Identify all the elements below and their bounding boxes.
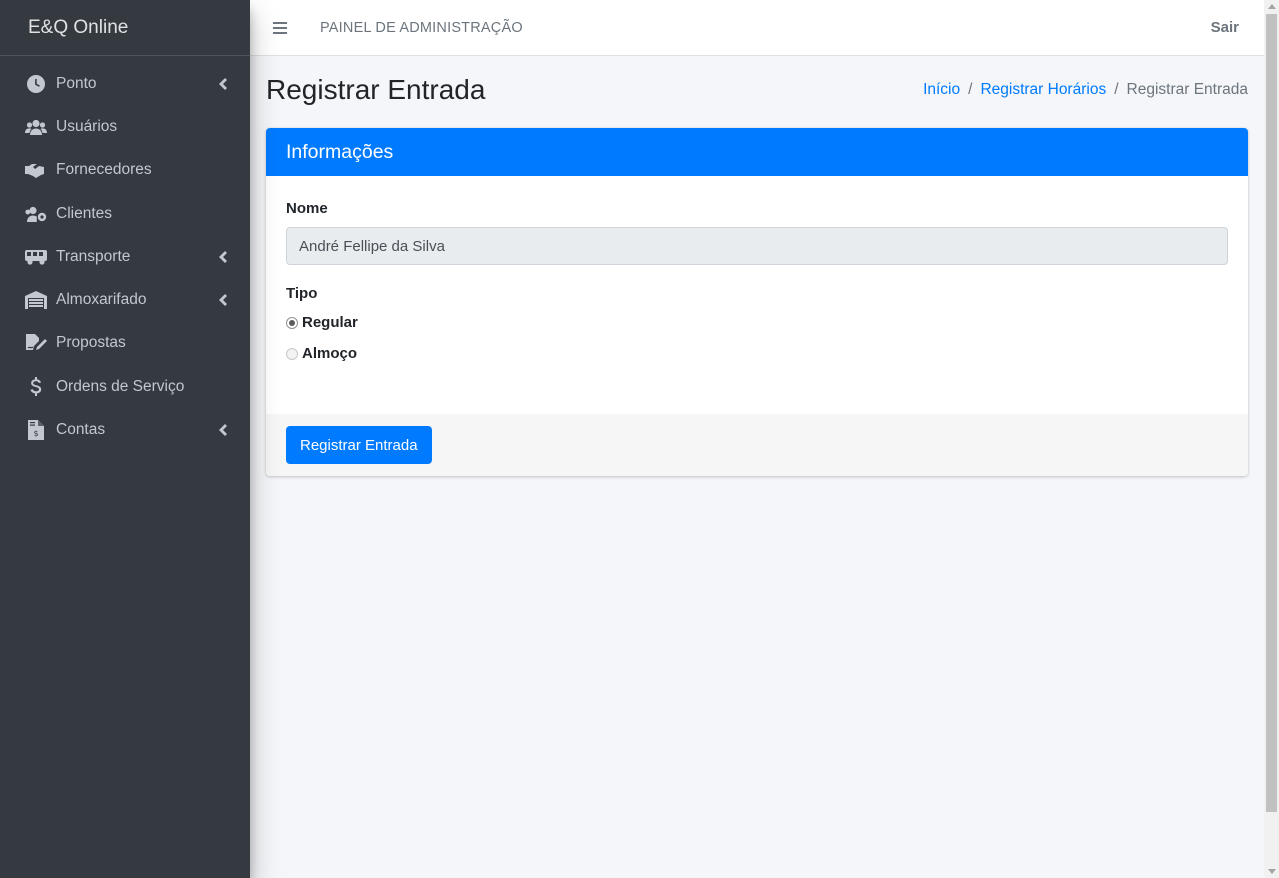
radio-regular-input[interactable] — [286, 316, 298, 329]
sidebar-item-label: Almoxarifado — [56, 291, 147, 309]
register-entry-button[interactable]: Registrar Entrada — [286, 426, 432, 464]
scrollbar-thumb[interactable] — [1266, 14, 1277, 812]
info-card: Informações Nome Tipo Regular Almoço Reg… — [266, 128, 1248, 476]
handshake-icon — [24, 160, 48, 180]
file-signature-icon — [24, 333, 48, 353]
type-label: Tipo — [286, 285, 318, 302]
breadcrumb: Início / Registrar Horários / Registrar … — [923, 81, 1248, 99]
sidebar-item-label: Usuários — [56, 117, 118, 135]
brand-text: E&Q Online — [28, 16, 129, 38]
sidebar-item-label: Fornecedores — [56, 161, 152, 179]
sidebar-item-label: Propostas — [56, 334, 126, 352]
sidebar-item-almoxarifado[interactable]: Almoxarifado — [0, 278, 250, 321]
clock-icon — [24, 74, 48, 94]
card-body: Nome Tipo Regular Almoço — [266, 176, 1248, 414]
sidebar-item-usuarios[interactable]: Usuários — [0, 105, 250, 148]
chevron-left-icon — [216, 294, 228, 307]
scroll-up-arrow-icon[interactable] — [1268, 4, 1276, 9]
card-header: Informações — [266, 128, 1248, 176]
sidebar-item-fornecedores[interactable]: Fornecedores — [0, 149, 250, 192]
sidebar-nav: Ponto Usuários Fornecedores Clientes Tra… — [0, 56, 250, 452]
chevron-left-icon — [216, 424, 228, 437]
sidebar-item-label: Transporte — [56, 247, 131, 265]
sidebar-item-contas[interactable]: $ Contas — [0, 408, 250, 451]
sidebar-item-clientes[interactable]: Clientes — [0, 192, 250, 235]
svg-text:$: $ — [33, 429, 38, 438]
breadcrumb-separator: / — [1114, 81, 1119, 98]
logout-link[interactable]: Sair — [1211, 19, 1239, 36]
page-scrollbar[interactable] — [1264, 0, 1279, 878]
radio-almoco-label: Almoço — [302, 345, 358, 362]
sidebar-item-propostas[interactable]: Propostas — [0, 322, 250, 365]
name-field[interactable] — [286, 227, 1228, 265]
card-footer: Registrar Entrada — [266, 414, 1248, 476]
menu-toggle-icon[interactable] — [273, 18, 295, 38]
file-invoice-dollar-icon: $ — [24, 420, 48, 441]
users-icon — [24, 117, 48, 137]
warehouse-icon — [24, 290, 48, 310]
users-cog-icon — [24, 204, 48, 224]
dollar-sign-icon — [24, 376, 48, 397]
admin-panel-link[interactable]: PAINEL DE ADMINISTRAÇÃO — [320, 20, 523, 36]
scroll-down-arrow-icon[interactable] — [1268, 869, 1276, 874]
sidebar-item-ordens-de-servico[interactable]: Ordens de Serviço — [0, 365, 250, 408]
page-title: Registrar Entrada — [266, 74, 486, 105]
bus-icon — [24, 247, 48, 267]
top-navbar: PAINEL DE ADMINISTRAÇÃO Sair — [250, 0, 1264, 56]
main-sidebar: E&Q Online Ponto Usuários Fornecedores C… — [0, 0, 250, 878]
brand-link[interactable]: E&Q Online — [0, 0, 250, 56]
radio-almoco-input[interactable] — [286, 347, 298, 360]
sidebar-item-label: Ponto — [56, 74, 97, 92]
breadcrumb-registrar-horarios-link[interactable]: Registrar Horários — [980, 81, 1106, 99]
sidebar-item-label: Ordens de Serviço — [56, 377, 185, 395]
breadcrumb-home-link[interactable]: Início — [923, 81, 960, 99]
breadcrumb-separator: / — [968, 81, 973, 98]
radio-almoco[interactable]: Almoço — [286, 345, 1228, 362]
radio-regular-label: Regular — [302, 314, 358, 331]
breadcrumb-current: Registrar Entrada — [1126, 81, 1248, 98]
sidebar-item-label: Clientes — [56, 204, 112, 222]
sidebar-item-label: Contas — [56, 421, 106, 439]
card-title: Informações — [286, 140, 394, 163]
chevron-left-icon — [216, 250, 228, 263]
radio-regular[interactable]: Regular — [286, 314, 1228, 331]
chevron-left-icon — [216, 77, 228, 90]
sidebar-item-ponto[interactable]: Ponto — [0, 62, 250, 105]
name-label: Nome — [286, 200, 328, 217]
sidebar-item-transporte[interactable]: Transporte — [0, 235, 250, 278]
content-header: Registrar Entrada Início / Registrar Hor… — [266, 70, 1248, 110]
